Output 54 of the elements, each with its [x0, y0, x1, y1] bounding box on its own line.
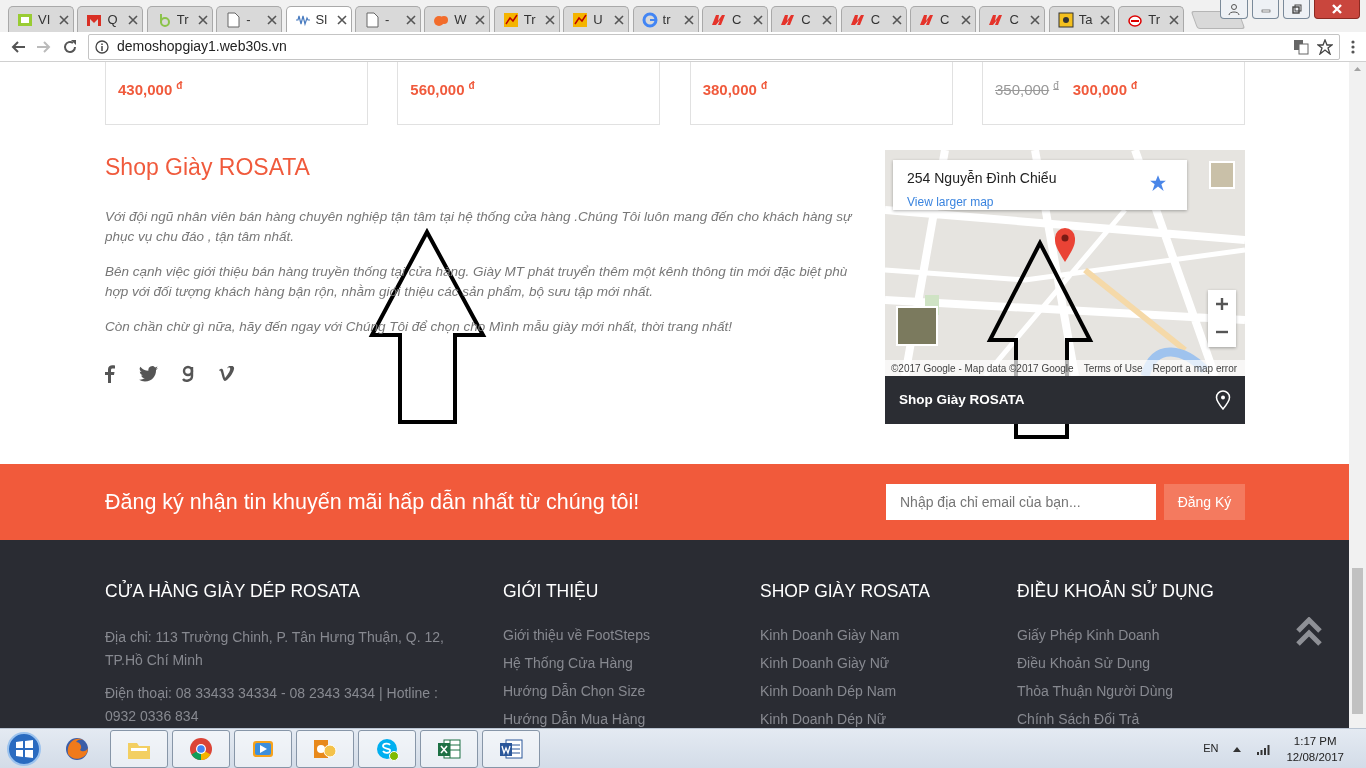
- footer-link[interactable]: Điều Khoản Sử Dụng: [1017, 654, 1245, 672]
- browser-tab[interactable]: -: [354, 6, 421, 32]
- contact-text: Địa chỉ: 113 Trường Chinh, P. Tân Hưng Thuận, Q. 12, TP.Hồ Chí Minh: [105, 628, 445, 670]
- price: 380,000 $^{đ}$: [702, 79, 767, 100]
- footer-link[interactable]: Hướng Dẫn Mua Hàng: [503, 710, 760, 728]
- price: 300,000 $^{đ}$: [1072, 79, 1138, 100]
- footer-link[interactable]: Chính Sách Đổi Trả: [1017, 710, 1245, 728]
- footer-link[interactable]: Kinh Doanh Dép Nữ: [760, 710, 1017, 728]
- footer-heading: ĐIỀU KHOẢN SỬ DỤNG: [1017, 580, 1215, 602]
- view-larger-map-link[interactable]: View larger map: [907, 195, 994, 209]
- footer-link[interactable]: Giấy Phép Kinh Doanh: [1017, 626, 1245, 644]
- footer-link[interactable]: Kinh Doanh Giày Nữ: [760, 654, 1017, 672]
- email-field[interactable]: Nhập địa chỉ email của bạn...: [886, 484, 1156, 520]
- map-attribution: ©2017 Google - Map data ©2017 Google: [891, 361, 1074, 376]
- browser-tab[interactable]: -: [216, 6, 283, 32]
- browser-tab[interactable]: U: [563, 6, 630, 32]
- footer-heading: SHOP GIÀY ROSATA: [760, 580, 931, 602]
- footer-link[interactable]: Giới thiệu về FootSteps: [503, 626, 760, 644]
- footer-heading: CỬA HÀNG GIÀY DÉP ROSATA: [105, 580, 361, 602]
- place-name: 254 Nguyễn Đình Chiểu: [907, 169, 1057, 188]
- browser-tab[interactable]: C: [910, 6, 977, 32]
- section-title: Shop Giày ROSATA: [105, 153, 311, 182]
- newsletter-title: Đăng ký nhận tin khuyến mãi hấp dẫn nhất từ chúng tôi!: [105, 488, 641, 516]
- old-price: 350,000 $^{đ}$: [995, 79, 1059, 100]
- browser-tab[interactable]: Sl: [285, 6, 352, 32]
- terms-link[interactable]: Terms of Use: [1083, 360, 1143, 376]
- clock-date[interactable]: 12/08/2017: [1286, 748, 1344, 765]
- browser-tab[interactable]: C: [701, 6, 768, 32]
- footer-link[interactable]: Kinh Doanh Giày Nam: [760, 626, 1017, 644]
- contact-text: Điện thoại: 08 33433 34334 - 08 2343 3434 | Hotline : 0932 0336 834: [105, 684, 439, 726]
- browser-tab[interactable]: VI: [8, 6, 74, 32]
- browser-tab[interactable]: Q: [77, 6, 144, 32]
- language-indicator[interactable]: EN: [1203, 740, 1219, 757]
- footer-heading: GIỚI THIỆU: [503, 580, 600, 602]
- browser-tab[interactable]: C: [979, 6, 1046, 32]
- browser-tab[interactable]: Tr: [1118, 6, 1185, 32]
- price: 560,000 $^{đ}$: [410, 79, 475, 100]
- browser-tab[interactable]: Tr: [146, 6, 213, 32]
- report-map-error-link[interactable]: Report a map error: [1152, 360, 1238, 376]
- price: 430,000 $^{đ}$: [118, 79, 183, 100]
- footer-link[interactable]: Thỏa Thuận Người Dùng: [1017, 682, 1245, 700]
- footer-link[interactable]: Hệ Thống Cửa Hàng: [503, 654, 760, 672]
- browser-tab[interactable]: Tr: [493, 6, 560, 32]
- browser-tab[interactable]: tr: [632, 6, 699, 32]
- address-bar[interactable]: demoshopgiay1.web30s.vn: [88, 33, 1340, 60]
- map-label: Shop Giày ROSATA: [899, 390, 1025, 409]
- browser-tab[interactable]: C: [840, 6, 907, 32]
- browser-tab[interactable]: Ta: [1048, 6, 1115, 32]
- clock-time[interactable]: 1:17 PM: [1286, 732, 1344, 749]
- browser-tab[interactable]: C: [771, 6, 838, 32]
- footer-link[interactable]: Hướng Dẫn Chọn Size: [503, 682, 760, 700]
- footer-link[interactable]: Kinh Doanh Dép Nam: [760, 682, 1017, 700]
- browser-tab[interactable]: W: [424, 6, 491, 32]
- paragraph: Với đội ngũ nhân viên bán hàng chuyên nghiệp tận tâm tại hệ thống cửa hàng .Chúng Tôi luôn mang đến cho khách hàng sự phục vụ chu đáo , tận tâm nhất.: [105, 207, 854, 246]
